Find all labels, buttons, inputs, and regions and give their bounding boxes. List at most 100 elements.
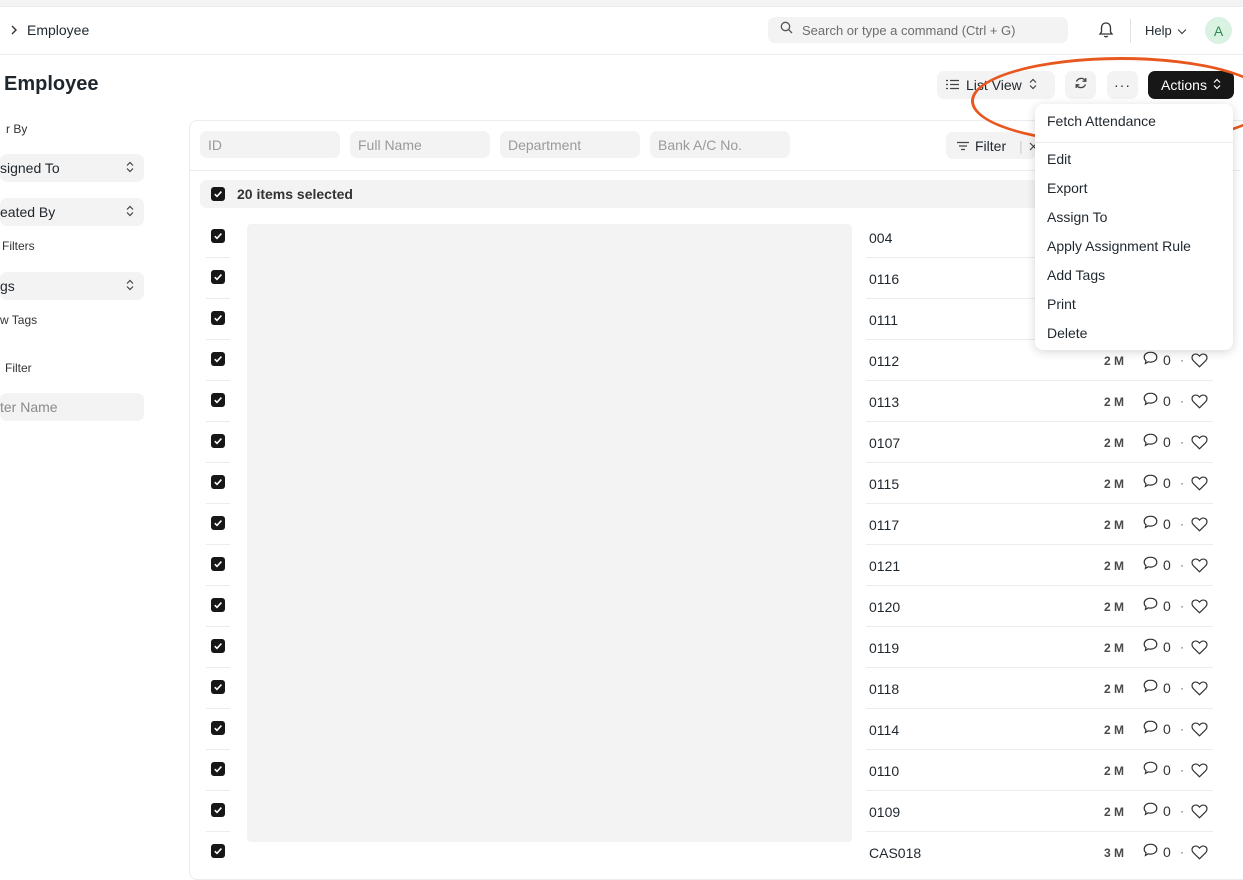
- row-comment-count[interactable]: 0: [1143, 802, 1171, 819]
- id-filter-input[interactable]: ID: [200, 131, 340, 158]
- row-employee-id[interactable]: 0120: [869, 599, 900, 615]
- full-name-filter-input[interactable]: Full Name: [350, 131, 490, 158]
- row-checkbox[interactable]: [211, 598, 225, 612]
- row-employee-id[interactable]: 0111: [869, 312, 898, 328]
- heart-icon[interactable]: [1191, 476, 1208, 496]
- row-checkbox[interactable]: [211, 516, 225, 530]
- heart-icon[interactable]: [1191, 558, 1208, 578]
- comment-icon: [1143, 597, 1158, 614]
- row-comment-count[interactable]: 0: [1143, 720, 1171, 737]
- bank-account-filter-input[interactable]: Bank A/C No.: [650, 131, 790, 158]
- row-comment-count[interactable]: 0: [1143, 392, 1171, 409]
- heart-icon[interactable]: [1191, 394, 1208, 414]
- actions-button[interactable]: Actions: [1148, 71, 1234, 99]
- row-employee-id[interactable]: 0119: [869, 640, 899, 656]
- row-employee-id[interactable]: 0121: [869, 558, 900, 574]
- row-divider: [206, 421, 230, 422]
- row-divider: [206, 626, 230, 627]
- row-comment-count[interactable]: 0: [1143, 556, 1171, 573]
- row-checkbox[interactable]: [211, 229, 225, 243]
- heart-icon[interactable]: [1191, 845, 1208, 865]
- row-employee-id[interactable]: 0118: [869, 681, 899, 697]
- row-divider: [206, 380, 230, 381]
- search-input[interactable]: [802, 22, 1062, 38]
- list-view-button[interactable]: List View: [937, 71, 1055, 99]
- heart-icon[interactable]: [1191, 804, 1208, 824]
- page-title: Employee: [4, 73, 99, 95]
- row-comment-count[interactable]: 0: [1143, 515, 1171, 532]
- assigned-to-label: signed To: [0, 160, 60, 176]
- row-divider: [206, 257, 230, 258]
- avatar[interactable]: A: [1205, 17, 1232, 44]
- row-checkbox[interactable]: [211, 352, 225, 366]
- menu-item-delete[interactable]: Delete: [1047, 325, 1087, 341]
- row-modified-time: 3 M: [1104, 846, 1125, 860]
- row-divider: [206, 790, 230, 791]
- row-comment-count[interactable]: 0: [1143, 474, 1171, 491]
- assigned-to-select[interactable]: signed To: [0, 154, 144, 182]
- comment-icon: [1143, 761, 1158, 778]
- search-bar[interactable]: [768, 17, 1068, 43]
- heart-icon[interactable]: [1191, 640, 1208, 660]
- row-comment-count[interactable]: 0: [1143, 351, 1171, 368]
- row-employee-id[interactable]: 0110: [869, 763, 899, 779]
- row-employee-id[interactable]: 0109: [869, 804, 900, 820]
- row-divider: [206, 298, 230, 299]
- menu-item-add-tags[interactable]: Add Tags: [1047, 267, 1105, 283]
- row-checkbox[interactable]: [211, 762, 225, 776]
- row-employee-id[interactable]: 0115: [869, 476, 899, 492]
- row-comment-count[interactable]: 0: [1143, 638, 1171, 655]
- edit-filters-link[interactable]: Filters: [2, 239, 35, 253]
- menu-item-assign-to[interactable]: Assign To: [1047, 209, 1107, 225]
- help-dropdown[interactable]: Help: [1145, 23, 1187, 38]
- row-comment-count[interactable]: 0: [1143, 597, 1171, 614]
- menu-item-fetch-attendance[interactable]: Fetch Attendance: [1047, 113, 1156, 129]
- select-all-checkbox[interactable]: [211, 187, 225, 201]
- heart-icon[interactable]: [1191, 517, 1208, 537]
- row-employee-id[interactable]: CAS018: [869, 845, 921, 861]
- chevron-right-icon: [10, 23, 18, 38]
- row-checkbox[interactable]: [211, 475, 225, 489]
- created-by-select[interactable]: eated By: [0, 198, 144, 226]
- heart-icon[interactable]: [1191, 763, 1208, 783]
- heart-icon[interactable]: [1191, 681, 1208, 701]
- heart-icon[interactable]: [1191, 722, 1208, 742]
- menu-item-export[interactable]: Export: [1047, 180, 1087, 196]
- row-checkbox[interactable]: [211, 434, 225, 448]
- row-checkbox[interactable]: [211, 311, 225, 325]
- row-checkbox[interactable]: [211, 639, 225, 653]
- menu-item-apply-assignment-rule[interactable]: Apply Assignment Rule: [1047, 238, 1191, 254]
- row-employee-id[interactable]: 0112: [869, 353, 899, 369]
- row-checkbox[interactable]: [211, 557, 225, 571]
- row-comment-count[interactable]: 0: [1143, 761, 1171, 778]
- refresh-button[interactable]: [1065, 71, 1096, 99]
- more-options-button[interactable]: ···: [1107, 71, 1138, 99]
- heart-icon[interactable]: [1191, 599, 1208, 619]
- comment-icon: [1143, 720, 1158, 737]
- row-checkbox[interactable]: [211, 680, 225, 694]
- row-employee-id[interactable]: 004: [869, 230, 892, 246]
- heart-icon[interactable]: [1191, 353, 1208, 373]
- department-filter-input[interactable]: Department: [500, 131, 640, 158]
- notification-bell-icon[interactable]: [1097, 21, 1115, 39]
- row-employee-id[interactable]: 0113: [869, 394, 899, 410]
- heart-icon[interactable]: [1191, 435, 1208, 455]
- row-employee-id[interactable]: 0117: [869, 517, 899, 533]
- filter-button[interactable]: Filter |: [946, 132, 1038, 159]
- row-checkbox[interactable]: [211, 721, 225, 735]
- tags-select[interactable]: gs: [0, 272, 144, 300]
- row-employee-id[interactable]: 0107: [869, 435, 900, 451]
- show-tags-link[interactable]: w Tags: [0, 313, 37, 327]
- row-employee-id[interactable]: 0114: [869, 722, 899, 738]
- breadcrumb-employee-link[interactable]: Employee: [27, 22, 89, 38]
- row-checkbox[interactable]: [211, 803, 225, 817]
- row-checkbox[interactable]: [211, 270, 225, 284]
- filter-name-input[interactable]: ter Name: [0, 393, 144, 421]
- row-employee-id[interactable]: 0116: [869, 271, 899, 287]
- menu-item-edit[interactable]: Edit: [1047, 151, 1071, 167]
- menu-item-print[interactable]: Print: [1047, 296, 1076, 312]
- row-checkbox[interactable]: [211, 393, 225, 407]
- row-comment-count[interactable]: 0: [1143, 679, 1171, 696]
- row-comment-count[interactable]: 0: [1143, 843, 1171, 860]
- row-comment-count[interactable]: 0: [1143, 433, 1171, 450]
